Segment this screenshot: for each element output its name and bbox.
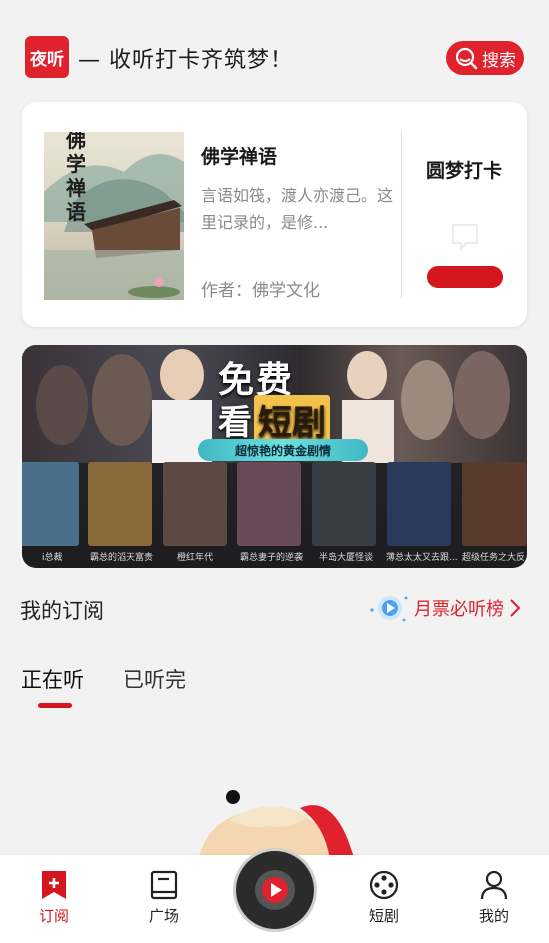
banner-tagline: 超惊艳的黄金剧情 — [198, 439, 368, 461]
poster[interactable] — [237, 462, 301, 546]
app-header: 夜听 — 收听打卡齐筑梦！ 搜索 — [0, 0, 549, 100]
my-subscriptions-title: 我的订阅 — [20, 599, 104, 623]
nav-label: 我的 — [478, 907, 509, 925]
book-description: 言语如筏，渡人亦渡己。这里记录的，是修... — [201, 186, 393, 232]
bottom-navigation: 订阅 广场 短剧 我的 — [0, 851, 549, 943]
poster[interactable] — [88, 462, 152, 546]
search-icon — [455, 47, 478, 70]
banner-headline-prefix: 看 — [218, 403, 252, 443]
poster[interactable] — [462, 462, 527, 546]
current-book-card[interactable]: 佛学禅语 佛学禅语 言语如筏，渡人亦渡己。这里记录的，是修... 作者：佛学文化… — [22, 102, 527, 327]
card-divider — [401, 132, 402, 298]
active-tab-indicator — [38, 703, 72, 708]
banner-headline-highlight: 短剧 — [254, 395, 330, 444]
poster-labels: i总裁 霸总的滔天富贵 橙红年代 霸总妻子的逆袭 半岛大厦怪谈 薄总太太又去跟.… — [22, 546, 527, 568]
tab-finished[interactable]: 已听完 — [123, 664, 186, 694]
poster-strip — [22, 462, 527, 546]
nav-label: 订阅 — [38, 907, 69, 925]
player-button[interactable] — [236, 851, 314, 929]
search-label: 搜索 — [482, 50, 516, 71]
search-button[interactable]: 搜索 — [446, 41, 524, 75]
poster-label: 半岛大厦怪谈 — [319, 553, 374, 563]
poster[interactable] — [387, 462, 451, 546]
header-slogan: — 收听打卡齐筑梦！ — [78, 48, 293, 73]
nav-short-drama[interactable]: 短剧 — [354, 869, 414, 926]
poster-label: i总裁 — [42, 553, 63, 563]
app-logo: 夜听 — [25, 36, 69, 78]
chevron-right-icon — [510, 599, 521, 617]
poster-label: 超级任务之大反 — [462, 553, 526, 563]
nav-subscriptions[interactable]: 订阅 — [24, 869, 84, 926]
poster-label: 橙红年代 — [177, 553, 214, 563]
book-cover[interactable]: 佛学禅语 — [44, 132, 184, 300]
checkin-button[interactable] — [427, 266, 503, 288]
poster[interactable] — [312, 462, 376, 546]
poster-label: 霸总的滔天富贵 — [90, 553, 154, 563]
nav-plaza[interactable]: 广场 — [134, 869, 194, 926]
poster-label: 霸总妻子的逆袭 — [240, 553, 304, 563]
cover-illustration — [44, 154, 184, 300]
tab-listening[interactable]: 正在听 — [21, 664, 84, 694]
nav-profile[interactable]: 我的 — [464, 869, 524, 926]
short-drama-banner[interactable]: 免费 看短剧 超惊艳的黄金剧情 i总裁 霸总的滔天富贵 橙红年代 霸总妻子的逆袭… — [22, 345, 527, 568]
nav-label: 广场 — [148, 907, 179, 925]
bookmark-icon — [42, 871, 66, 899]
play-icon — [255, 870, 295, 910]
monthly-ranking-link[interactable]: 月票必听榜 — [364, 590, 522, 626]
ranking-label: 月票必听榜 — [414, 599, 504, 620]
book-title[interactable]: 佛学禅语 — [201, 142, 277, 169]
user-icon — [480, 870, 508, 900]
cover-title: 佛学禅语 — [66, 132, 86, 224]
book-author: 作者：佛学文化 — [201, 281, 320, 301]
poster[interactable] — [163, 462, 227, 546]
banner-headline-2: 看短剧 — [218, 395, 330, 444]
nav-label: 短剧 — [368, 907, 399, 925]
ticket-medal-icon — [370, 596, 408, 622]
poster[interactable] — [22, 462, 79, 546]
book-icon — [150, 870, 178, 900]
empty-state-mascot — [198, 790, 355, 860]
poster-label: 薄总太太又去跟... — [386, 553, 458, 563]
checkin-title: 圆梦打卡 — [426, 160, 503, 182]
film-reel-icon — [369, 870, 399, 900]
chat-bubble-icon — [452, 224, 478, 252]
banner-cast-photo: 免费 看短剧 超惊艳的黄金剧情 — [22, 345, 527, 463]
